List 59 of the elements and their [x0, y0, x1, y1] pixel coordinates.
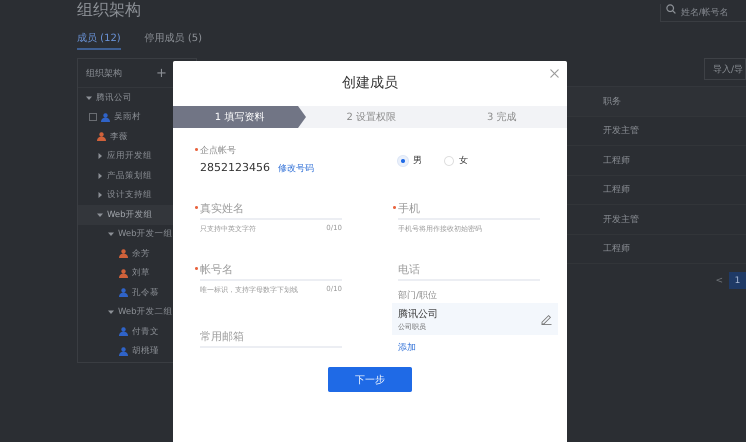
table-cell-text: 工程师 [603, 184, 630, 196]
next-step-button[interactable]: 下一步 [328, 367, 412, 392]
previous-page-button[interactable]: < [715, 276, 723, 286]
page-title: 组织架构 [77, 0, 141, 21]
group-label[interactable]: Web开发二组 [118, 306, 173, 318]
person-label[interactable]: 付青文 [132, 326, 159, 338]
field-label: 企点帐号 [200, 146, 236, 156]
text-field[interactable]: 帐号名 [200, 259, 342, 281]
table-cell-text: 开发主管 [603, 214, 639, 226]
step: 3 完成 [436, 106, 567, 128]
account-number: 2852123456 [200, 161, 270, 174]
person-label[interactable]: 胡桃瑾 [132, 345, 159, 358]
add-button[interactable]: + [156, 66, 167, 80]
caret-icon[interactable] [108, 231, 114, 238]
change-number-link[interactable]: 修改号码 [278, 162, 314, 175]
text-field[interactable]: 电话 [398, 259, 540, 281]
person-label[interactable]: 孔令慕 [132, 286, 159, 299]
caret-icon[interactable] [97, 192, 103, 198]
column-header: 职务 [603, 96, 621, 108]
checkbox[interactable] [89, 113, 97, 122]
radio-button[interactable] [398, 156, 408, 166]
step: 1 填写资料 [173, 106, 306, 128]
radio-label[interactable]: 男 [413, 154, 422, 167]
table-cell-text: 开发主管 [603, 124, 639, 138]
import-button[interactable]: 导入/导 [704, 58, 746, 80]
pencil-icon[interactable] [541, 314, 552, 324]
tab[interactable]: 成员 (12) [77, 26, 121, 50]
search-field[interactable]: 姓名/帐号名 [660, 4, 746, 22]
person-label[interactable]: 吴雨村 [114, 111, 141, 124]
panel-title: 组织架构 [86, 68, 122, 80]
radio-button[interactable] [444, 156, 454, 166]
caret-icon[interactable] [97, 212, 103, 218]
caret-icon[interactable] [86, 94, 92, 101]
tab[interactable]: 停用成员 (5) [144, 26, 202, 48]
close-icon[interactable] [550, 69, 559, 78]
group-label[interactable]: 设计支持组 [107, 189, 152, 202]
person-label[interactable]: 余芳 [132, 248, 150, 260]
group-label[interactable]: Web开发一组 [118, 228, 173, 240]
add-link[interactable]: 添加 [398, 341, 416, 354]
person-label[interactable]: 李薇 [110, 130, 128, 143]
table-cell-text: 工程师 [603, 242, 630, 256]
caret-icon[interactable] [97, 172, 103, 179]
caret-icon[interactable] [108, 309, 114, 316]
step: 2 设置权限 [306, 106, 436, 128]
dialog-title: 创建成员 [342, 74, 398, 92]
text-field[interactable]: 手机 [398, 198, 540, 220]
search-icon [666, 4, 676, 14]
radio-label[interactable]: 女 [459, 154, 468, 167]
text-field[interactable]: 真实姓名 [200, 198, 342, 220]
caret-icon[interactable] [97, 153, 103, 160]
field-label: 部门/职位 [397, 290, 438, 303]
person-label[interactable]: 刘草 [132, 267, 150, 280]
group-label[interactable]: 腾讯公司 [96, 92, 132, 104]
table-cell-text: 工程师 [603, 154, 630, 167]
group-label[interactable]: 产品策划组 [107, 170, 152, 182]
page-button[interactable]: 1 [729, 272, 746, 289]
department-name: 腾讯公司 [398, 308, 438, 320]
text-field[interactable]: 常用邮箱 [200, 326, 342, 348]
group-label[interactable]: 应用开发组 [107, 150, 152, 162]
